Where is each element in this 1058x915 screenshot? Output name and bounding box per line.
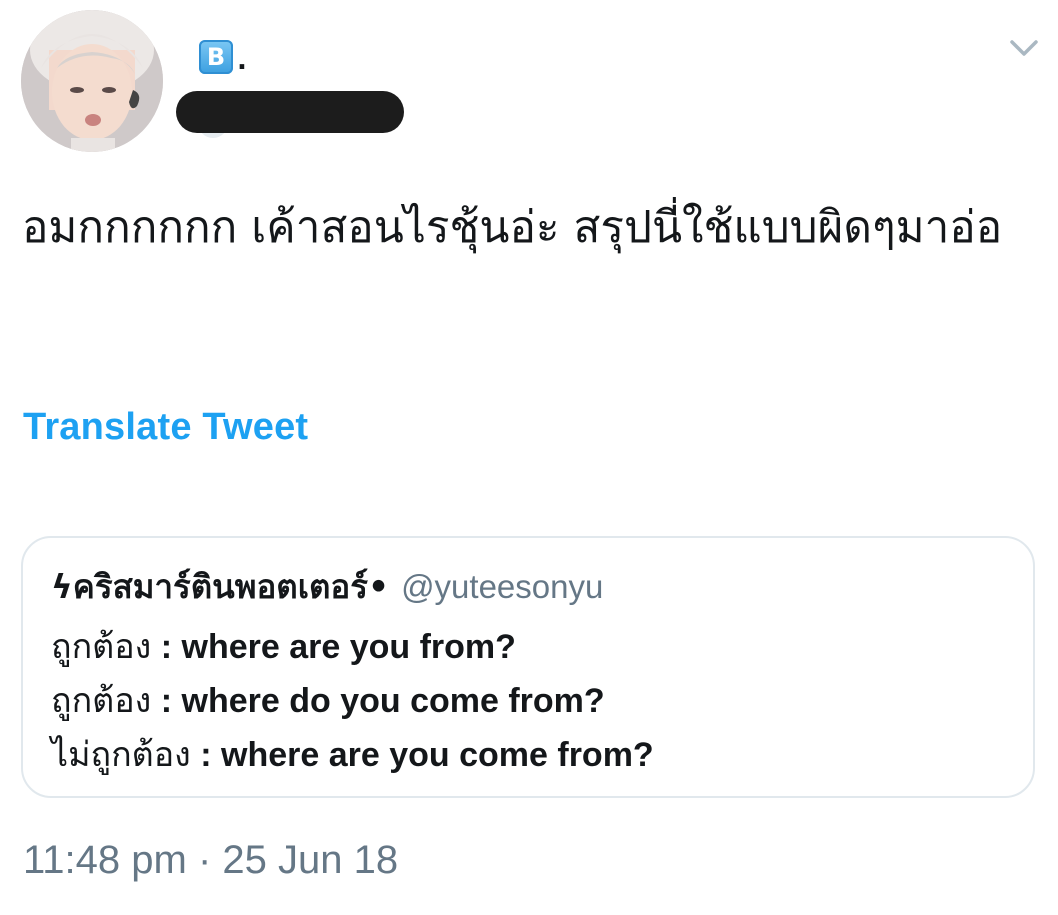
quoted-line-label: ไม่ถูกต้อง — [51, 735, 191, 775]
tweet-text: อมกกกกกก เค้าสอนไรชุ้นอ่ะ สรุปนี่ใช้แบบผ… — [22, 202, 1003, 253]
tweet-date: 25 Jun 18 — [222, 838, 399, 882]
b-letter-badge-icon: B — [199, 40, 233, 74]
quoted-line-label: ถูกต้อง — [51, 627, 152, 667]
quoted-line-label: ถูกต้อง — [51, 681, 152, 721]
tweet-time: 11:48 pm — [23, 838, 187, 882]
quoted-line-separator: : — [151, 682, 182, 720]
quoted-line: ถูกต้อง : where do you come from? — [51, 674, 654, 728]
author-name[interactable]: B . — [199, 38, 247, 74]
redacted-handle — [176, 91, 404, 133]
quoted-tweet-text: ถูกต้อง : where are you from? ถูกต้อง : … — [51, 620, 654, 782]
quoted-author-handle: @yuteesonyu — [401, 568, 604, 605]
quoted-line-separator: : — [190, 736, 222, 774]
chevron-down-icon[interactable] — [1008, 36, 1040, 60]
quoted-line-value: where are you come from? — [221, 736, 654, 774]
quoted-line-value: where do you come from? — [181, 682, 605, 720]
profile-photo-icon — [21, 10, 163, 152]
avatar[interactable] — [21, 10, 163, 152]
tweet: B . อมกกกกกก เค้าสอนไรชุ้นอ่ะ สรุปนี่ใช้… — [0, 0, 1058, 915]
quoted-tweet-header: ϟคริสมาร์ตินพอตเตอร์• @yuteesonyu — [51, 564, 603, 610]
quoted-tweet[interactable]: ϟคริสมาร์ตินพอตเตอร์• @yuteesonyu ถูกต้อง… — [21, 536, 1035, 798]
timestamp-separator: · — [197, 838, 212, 882]
quoted-line-value: where are you from? — [181, 628, 516, 666]
tweet-timestamp[interactable]: 11:48 pm · 25 Jun 18 — [23, 838, 398, 883]
quoted-line: ไม่ถูกต้อง : where are you come from? — [51, 728, 654, 782]
quoted-line-separator: : — [151, 628, 182, 666]
quoted-line: ถูกต้อง : where are you from? — [51, 620, 654, 674]
author-name-suffix: . — [237, 46, 247, 76]
translate-tweet-link[interactable]: Translate Tweet — [23, 406, 308, 449]
quoted-author-name: ϟคริสมาร์ตินพอตเตอร์• — [51, 567, 390, 606]
